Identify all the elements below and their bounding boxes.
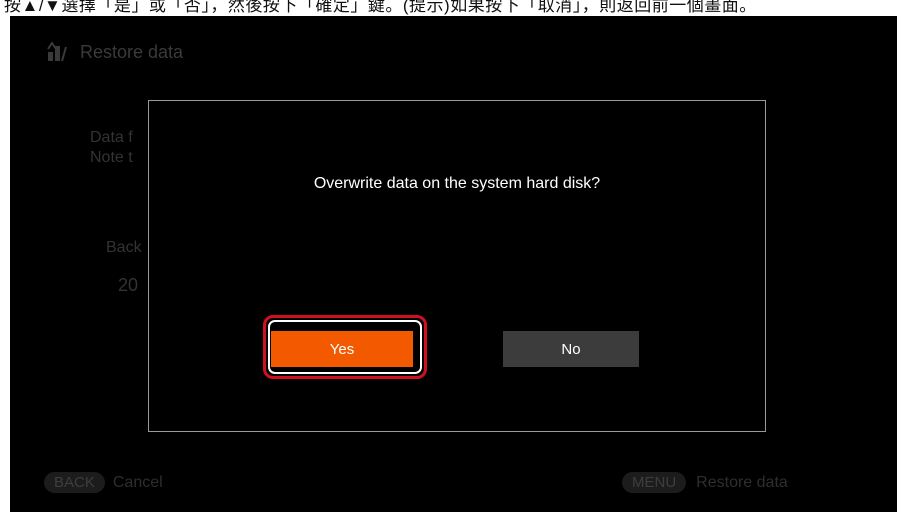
yes-button[interactable]: Yes: [271, 331, 413, 367]
background-title: Restore data: [80, 41, 184, 62]
restore-data-icon: [46, 41, 68, 63]
overwrite-confirm-dialog: Overwrite data on the system hard disk? …: [148, 100, 766, 432]
background-text-line: Back: [106, 239, 142, 256]
restore-data-label: Restore data: [696, 473, 788, 491]
device-screen: Restore data Data f Note t Back 20 Overw…: [10, 16, 897, 512]
cancel-label: Cancel: [112, 473, 163, 491]
footer-menu[interactable]: MENU Restore data: [622, 472, 788, 493]
footer-back[interactable]: BACK Cancel: [44, 472, 163, 493]
instruction-text: 按▲/▼選擇「是」或「否」，然後按下「確定」鍵。(提示)如果按下「取消」，則返回…: [4, 0, 757, 15]
background-header: Restore data: [46, 38, 183, 66]
no-button[interactable]: No: [503, 331, 639, 367]
background-text-line: Note t: [90, 149, 133, 166]
menu-key-badge[interactable]: MENU: [622, 472, 687, 493]
instruction-strip: 按▲/▼選擇「是」或「否」，然後按下「確定」鍵。(提示)如果按下「取消」，則返回…: [0, 0, 897, 16]
back-key-badge[interactable]: BACK: [44, 472, 105, 493]
background-text-line: Data f: [90, 129, 133, 146]
background-text-line: 20: [118, 275, 139, 295]
dialog-message: Overwrite data on the system hard disk?: [313, 175, 601, 192]
